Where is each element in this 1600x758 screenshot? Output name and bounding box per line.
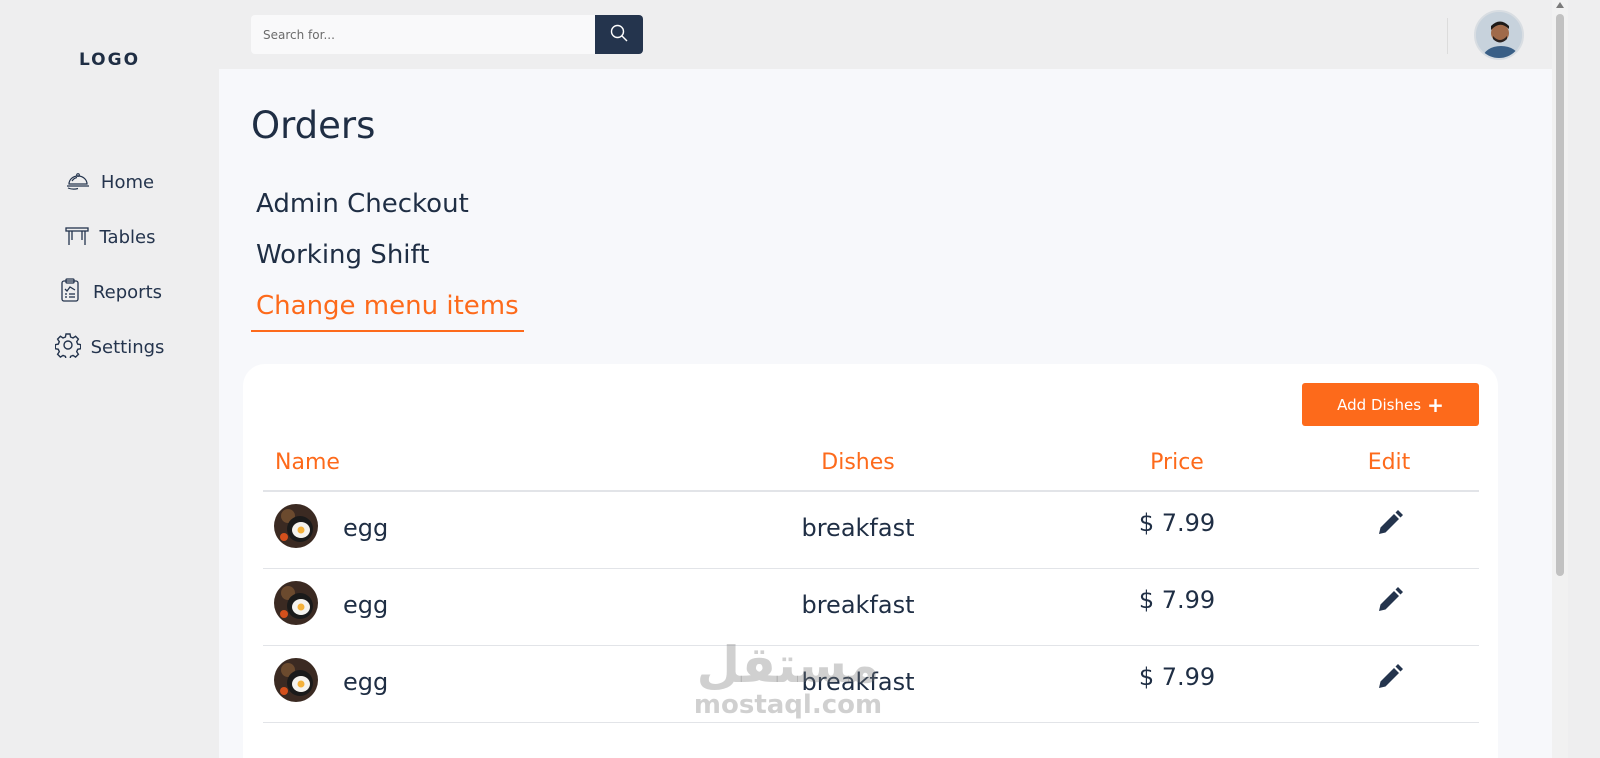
- table-row: egg breakfast $ 7.99: [263, 569, 1479, 646]
- dish-price: $ 7.99: [1138, 509, 1216, 537]
- column-header-dishes: Dishes: [821, 450, 895, 475]
- dish-name: egg: [343, 668, 389, 696]
- sidebar-item-settings[interactable]: Settings: [0, 320, 219, 375]
- dish-name: egg: [343, 514, 389, 542]
- sidebar-item-label: Reports: [92, 282, 163, 303]
- avatar[interactable]: [1474, 10, 1524, 60]
- table-body: egg breakfast $ 7.99 egg breakfast $ 7.9…: [263, 492, 1479, 723]
- dish-category: breakfast: [801, 668, 915, 696]
- pencil-icon[interactable]: [1376, 509, 1404, 537]
- table-header: Name Dishes Price Edit: [263, 444, 1479, 492]
- main-content: Orders Admin Checkout Working Shift Chan…: [219, 69, 1552, 758]
- header-divider: [1447, 18, 1448, 54]
- dish-category: breakfast: [801, 591, 915, 619]
- add-dishes-button[interactable]: Add Dishes +: [1302, 383, 1479, 426]
- logo[interactable]: LOGO: [0, 50, 219, 70]
- menu-items-card: Add Dishes + Name Dishes Price Edit egg …: [243, 364, 1498, 758]
- scrollbar[interactable]: [1552, 0, 1568, 758]
- dish-thumbnail: [274, 504, 318, 548]
- dish-thumbnail: [274, 658, 318, 702]
- clipboard-icon: [57, 277, 83, 308]
- dish-price: $ 7.99: [1138, 663, 1216, 691]
- dish-category: breakfast: [801, 514, 915, 542]
- link-admin-checkout[interactable]: Admin Checkout: [251, 189, 524, 240]
- sidebar-item-label: Settings: [90, 337, 165, 358]
- link-change-menu-items[interactable]: Change menu items: [251, 291, 524, 332]
- dish-thumbnail: [274, 581, 318, 625]
- topbar: [219, 0, 1552, 69]
- column-header-name: Name: [275, 450, 340, 475]
- column-header-price: Price: [1150, 450, 1204, 475]
- sidebar: LOGO Home Tables Reports Settings: [0, 0, 219, 758]
- plus-icon: +: [1427, 392, 1444, 417]
- cloche-icon: [65, 167, 91, 198]
- gear-icon: [54, 332, 81, 363]
- search-input[interactable]: [251, 15, 595, 54]
- sidebar-item-label: Tables: [99, 227, 156, 248]
- scroll-thumb[interactable]: [1556, 14, 1564, 576]
- pencil-icon[interactable]: [1376, 663, 1404, 691]
- section-links: Admin Checkout Working Shift Change menu…: [251, 189, 524, 332]
- dish-price: $ 7.99: [1138, 586, 1216, 614]
- page-title: Orders: [251, 104, 376, 147]
- table-row: egg breakfast $ 7.99: [263, 492, 1479, 569]
- column-header-edit: Edit: [1367, 450, 1411, 475]
- sidebar-item-home[interactable]: Home: [0, 155, 219, 210]
- search-icon: [610, 24, 628, 45]
- link-working-shift[interactable]: Working Shift: [251, 240, 524, 291]
- search-box: [251, 15, 643, 54]
- scroll-up-arrow-icon[interactable]: [1556, 2, 1564, 8]
- dish-name: egg: [343, 591, 389, 619]
- sidebar-item-label: Home: [100, 172, 155, 193]
- table-icon: [64, 222, 90, 253]
- sidebar-item-reports[interactable]: Reports: [0, 265, 219, 320]
- pencil-icon[interactable]: [1376, 586, 1404, 614]
- table-row: egg breakfast $ 7.99: [263, 646, 1479, 723]
- sidebar-nav: Home Tables Reports Settings: [0, 155, 219, 375]
- add-dishes-label: Add Dishes: [1337, 395, 1422, 414]
- search-button[interactable]: [595, 15, 643, 54]
- sidebar-item-tables[interactable]: Tables: [0, 210, 219, 265]
